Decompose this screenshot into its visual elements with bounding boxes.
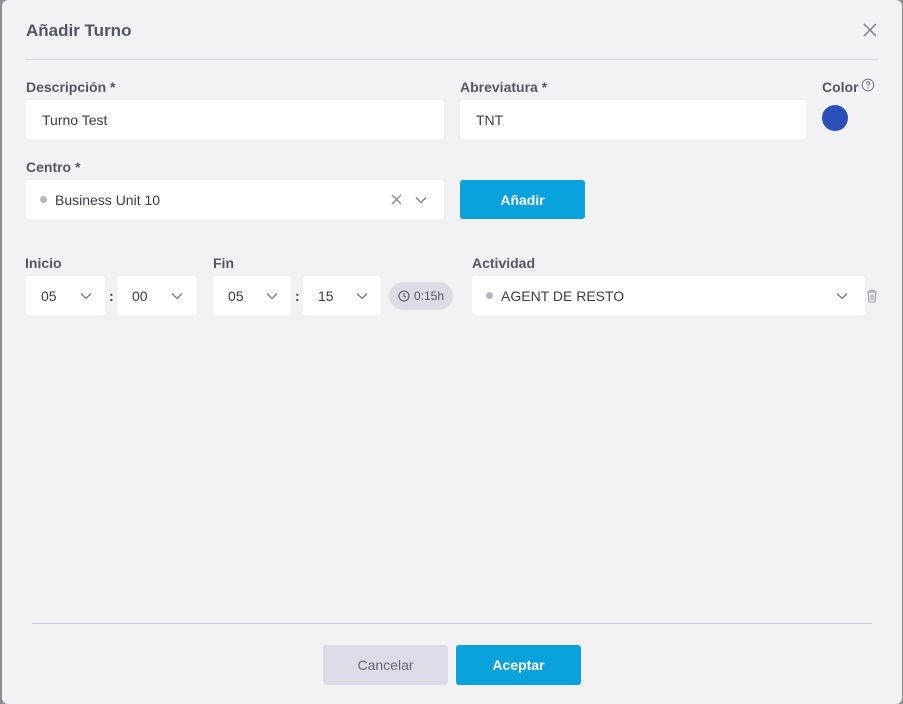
abreviatura-label: Abreviatura * xyxy=(460,79,548,95)
time-separator: : xyxy=(109,288,114,304)
clock-icon xyxy=(398,290,410,302)
help-circle-icon[interactable] xyxy=(861,78,875,92)
chevron-down-icon xyxy=(80,293,92,300)
inicio-hour-select[interactable]: 05 xyxy=(26,276,105,315)
fin-minute-select[interactable]: 15 xyxy=(303,276,381,315)
chevron-down-icon xyxy=(356,293,368,300)
close-icon[interactable] xyxy=(860,20,880,40)
chevron-down-icon[interactable] xyxy=(415,194,427,206)
accept-button[interactable]: Aceptar xyxy=(456,645,581,685)
color-swatch[interactable] xyxy=(822,105,848,131)
option-dot xyxy=(40,196,47,203)
duration-badge: 0:15h xyxy=(389,282,453,310)
add-shift-dialog: Añadir Turno Descripción * Turno Test Ab… xyxy=(2,0,902,704)
actividad-label: Actividad xyxy=(472,255,536,271)
descripcion-label: Descripción * xyxy=(26,79,116,95)
actividad-value: AGENT DE RESTO xyxy=(501,287,625,304)
color-label: Color xyxy=(822,79,859,95)
actividad-select[interactable]: AGENT DE RESTO xyxy=(472,276,865,315)
chevron-down-icon xyxy=(266,293,278,300)
centro-value: Business Unit 10 xyxy=(55,191,161,208)
centro-label: Centro * xyxy=(26,159,81,175)
header-divider xyxy=(26,59,878,60)
chevron-down-icon[interactable] xyxy=(836,290,848,302)
abreviatura-value: TNT xyxy=(476,111,504,128)
abreviatura-input[interactable]: TNT xyxy=(460,100,806,139)
footer-divider xyxy=(32,623,872,624)
trash-icon[interactable] xyxy=(866,289,878,303)
fin-minute-value: 15 xyxy=(318,287,334,304)
fin-label: Fin xyxy=(213,255,234,271)
cancel-button[interactable]: Cancelar xyxy=(323,645,448,685)
descripcion-value: Turno Test xyxy=(42,111,108,128)
descripcion-input[interactable]: Turno Test xyxy=(26,100,444,139)
time-separator: : xyxy=(295,288,300,304)
inicio-minute-select[interactable]: 00 xyxy=(117,276,197,315)
dialog-title: Añadir Turno xyxy=(26,21,132,40)
option-dot xyxy=(486,292,493,299)
inicio-hour-value: 05 xyxy=(41,287,57,304)
centro-select[interactable]: Business Unit 10 xyxy=(26,180,444,219)
inicio-minute-value: 00 xyxy=(132,287,148,304)
add-button[interactable]: Añadir xyxy=(460,180,585,219)
chevron-down-icon xyxy=(171,293,183,300)
clear-icon[interactable] xyxy=(391,194,402,205)
duration-value: 0:15h xyxy=(413,289,445,303)
fin-hour-value: 05 xyxy=(228,287,244,304)
inicio-label: Inicio xyxy=(25,255,62,271)
fin-hour-select[interactable]: 05 xyxy=(213,276,291,315)
